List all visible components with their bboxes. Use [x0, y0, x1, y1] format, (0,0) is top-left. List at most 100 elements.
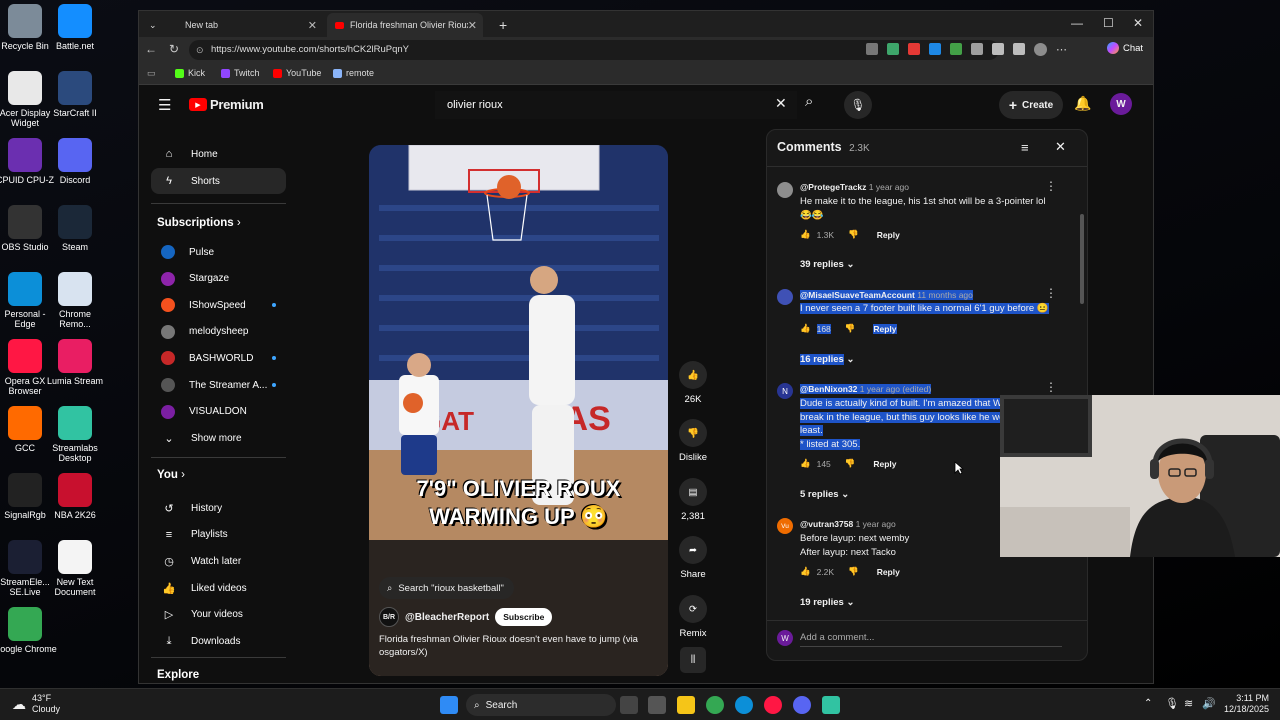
- copilot-chat-button[interactable]: Chat: [1107, 42, 1143, 54]
- weather-widget[interactable]: ☁ 43°F Cloudy: [12, 693, 60, 715]
- comment-user[interactable]: @ProtegeTrackz: [800, 182, 866, 192]
- start-icon[interactable]: [440, 696, 458, 714]
- extension-icon[interactable]: [908, 43, 920, 55]
- desktop-icon[interactable]: Google Chrome: [0, 607, 57, 654]
- desktop-icon[interactable]: Discord: [43, 138, 107, 185]
- favorites-icon[interactable]: [1013, 43, 1025, 55]
- replies-toggle[interactable]: 19 replies ⌄: [800, 597, 854, 608]
- sidebar-item-history[interactable]: ↺ History: [151, 495, 286, 521]
- youtube-logo[interactable]: ▶ Premium: [189, 97, 264, 112]
- extension-icon[interactable]: [929, 43, 941, 55]
- bookmark-youtube[interactable]: YouTube: [273, 68, 321, 78]
- desktop-icon[interactable]: Chrome Remo...: [43, 272, 107, 329]
- taskbar-search[interactable]: ⌕ Search: [466, 694, 616, 716]
- sidebar-item-downloads[interactable]: ⤓ Downloads: [151, 629, 286, 655]
- reply-button[interactable]: Reply: [877, 230, 900, 240]
- sort-icon[interactable]: ≡: [1021, 140, 1029, 155]
- bookmark-folder-icon[interactable]: ▭: [147, 68, 156, 79]
- dislike-icon[interactable]: 👎: [845, 323, 856, 334]
- close-icon[interactable]: ✕: [1055, 139, 1066, 155]
- chevron-up-icon[interactable]: ⌃: [1144, 698, 1152, 709]
- sidebar-item-subscription[interactable]: Stargaze: [151, 266, 286, 292]
- sidebar-item-shorts[interactable]: ϟ Shorts: [151, 168, 286, 194]
- more-vert-icon[interactable]: ⋮: [1045, 179, 1057, 193]
- like-icon[interactable]: 👍: [800, 566, 811, 577]
- like-icon[interactable]: 👍: [800, 323, 811, 334]
- desktop-icon[interactable]: StarCraft II: [43, 71, 107, 118]
- comment-user[interactable]: @BenNixon32: [800, 384, 857, 394]
- tab-youtube-short[interactable]: Florida freshman Olivier Rioux ✕: [327, 13, 483, 37]
- chrome-icon[interactable]: [706, 696, 724, 714]
- sidebar-item-subscription[interactable]: melodysheep: [151, 319, 286, 345]
- share-button[interactable]: ➦ Share: [675, 536, 711, 580]
- close-icon[interactable]: ✕: [308, 19, 317, 32]
- dislike-icon[interactable]: 👎: [848, 229, 859, 240]
- desktop-icon[interactable]: NBA 2K26: [43, 473, 107, 520]
- wifi-icon[interactable]: ≋: [1184, 697, 1193, 710]
- more-vert-icon[interactable]: ⋮: [1045, 380, 1057, 394]
- search-input[interactable]: olivier rioux: [435, 91, 797, 119]
- reply-button[interactable]: Reply: [877, 567, 900, 577]
- desktop-icon[interactable]: Lumia Stream: [43, 339, 107, 386]
- avatar[interactable]: [777, 289, 793, 305]
- comment-user[interactable]: @vutran3758: [800, 519, 853, 529]
- avatar[interactable]: Vu: [777, 518, 793, 534]
- like-icon[interactable]: 👍: [800, 229, 811, 240]
- sidebar-item-watch-later[interactable]: ◷ Watch later: [151, 548, 286, 574]
- file-explorer-icon[interactable]: [677, 696, 695, 714]
- dislike-icon[interactable]: 👎: [845, 458, 856, 469]
- sidebar-item-subscription[interactable]: The Streamer A...: [151, 372, 286, 398]
- reply-button[interactable]: Reply: [873, 323, 897, 334]
- clear-search-icon[interactable]: ✕: [775, 95, 787, 112]
- like-icon[interactable]: 👍: [800, 458, 811, 469]
- search-suggestion-chip[interactable]: ⌕ Search "rioux basketball": [379, 577, 514, 599]
- close-window-icon[interactable]: ✕: [1133, 16, 1143, 30]
- microphone-icon[interactable]: 🎙: [844, 91, 872, 119]
- avatar[interactable]: N: [777, 383, 793, 399]
- bookmark-kick[interactable]: Kick: [175, 68, 205, 78]
- you-heading[interactable]: You ›: [157, 469, 185, 481]
- close-icon[interactable]: ✕: [468, 19, 477, 32]
- show-more-button[interactable]: ⌄ Show more: [151, 425, 286, 451]
- video-title[interactable]: Florida freshman Olivier Rioux doesn't e…: [379, 633, 649, 659]
- new-tab-button[interactable]: +: [491, 13, 513, 37]
- streamlabs-icon[interactable]: [822, 696, 840, 714]
- channel-name[interactable]: @BleacherReport: [405, 612, 489, 623]
- bookmark-twitch[interactable]: Twitch: [221, 68, 260, 78]
- sidebar-item-subscription[interactable]: BASHWORLD: [151, 345, 286, 371]
- sidebar-item-subscription[interactable]: Pulse: [151, 239, 286, 265]
- avatar[interactable]: W: [1110, 93, 1132, 115]
- subscribe-button[interactable]: Subscribe: [495, 608, 553, 626]
- extension-icon[interactable]: [887, 43, 899, 55]
- reply-button[interactable]: Reply: [873, 459, 896, 469]
- channel-avatar[interactable]: B/R: [379, 607, 399, 627]
- avatar[interactable]: [777, 182, 793, 198]
- desktop-icon[interactable]: Steam: [43, 205, 107, 252]
- sidebar-item-your-videos[interactable]: ▷ Your videos: [151, 602, 286, 628]
- clock[interactable]: 3:11 PM 12/18/2025: [1224, 693, 1269, 715]
- opera-gx-icon[interactable]: [764, 696, 782, 714]
- tab-new-tab[interactable]: New tab ✕: [163, 13, 323, 37]
- dislike-button[interactable]: 👎 Dislike: [675, 419, 711, 463]
- short-video-player[interactable]: BAS GAT 7'9" OLIVIER ROUX WARMING UP 😳 ⌕…: [369, 145, 668, 676]
- comments-button[interactable]: ▤ 2,381: [675, 478, 711, 522]
- desktop-icon[interactable]: New Text Document: [43, 540, 107, 597]
- replies-toggle[interactable]: 16 replies ⌄: [800, 354, 854, 365]
- maximize-icon[interactable]: ☐: [1103, 16, 1114, 30]
- menu-icon[interactable]: ☰: [158, 96, 171, 114]
- sidebar-item-home[interactable]: ⌂ Home: [151, 141, 286, 167]
- add-comment-input[interactable]: Add a comment...: [800, 632, 1062, 647]
- subscriptions-heading[interactable]: Subscriptions ›: [157, 217, 241, 229]
- replies-toggle[interactable]: 5 replies ⌄: [800, 489, 849, 500]
- extension-icon[interactable]: [950, 43, 962, 55]
- replies-toggle[interactable]: 39 replies ⌄: [800, 259, 854, 270]
- more-vert-icon[interactable]: ⋮: [1045, 286, 1057, 300]
- back-icon[interactable]: ←: [145, 42, 157, 56]
- extension-icon[interactable]: [971, 43, 983, 55]
- discord-icon[interactable]: [793, 696, 811, 714]
- refresh-icon[interactable]: ↻: [169, 42, 179, 56]
- volume-icon[interactable]: 🔊: [1202, 697, 1216, 710]
- more-icon[interactable]: ⋯: [1056, 43, 1067, 56]
- edge-icon[interactable]: [735, 696, 753, 714]
- dislike-icon[interactable]: 👎: [848, 566, 859, 577]
